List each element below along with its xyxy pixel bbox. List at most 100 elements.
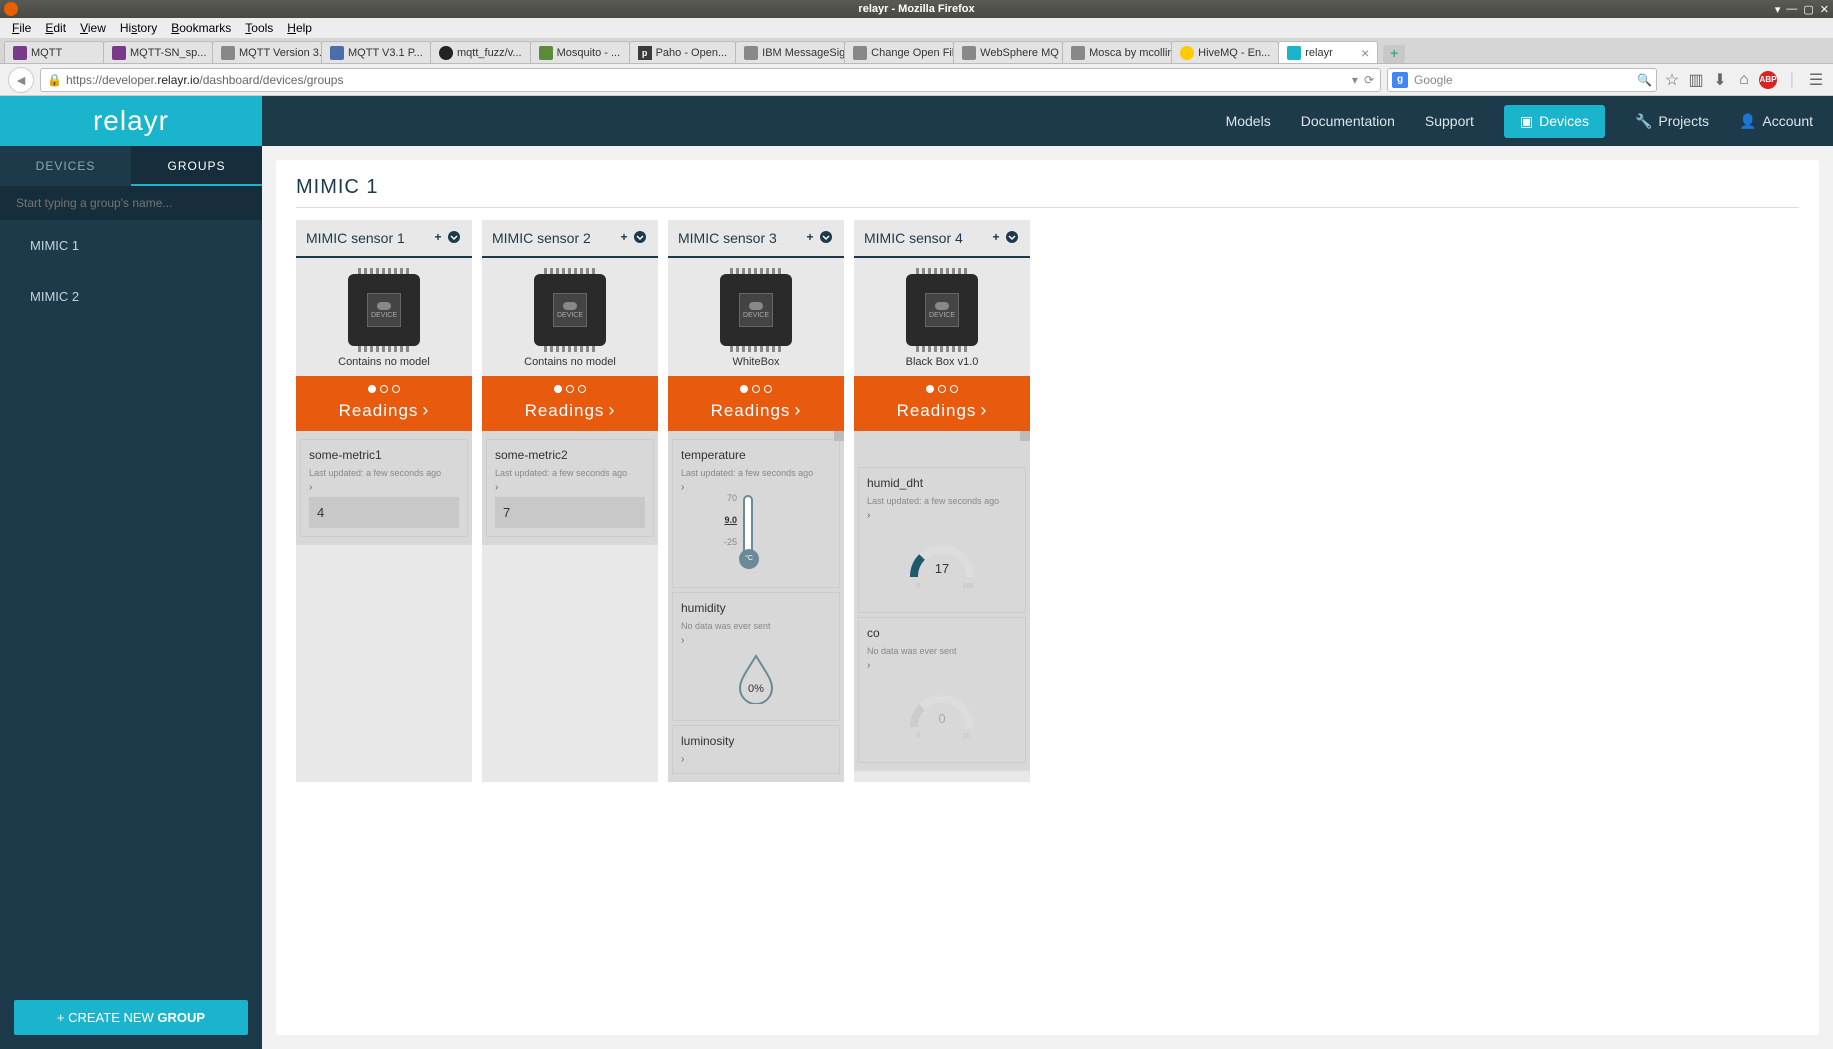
menubar: File Edit View History Bookmarks Tools H…	[0, 18, 1833, 38]
menu-help[interactable]: Help	[281, 19, 318, 37]
readings-label: Readings	[296, 400, 472, 421]
readings-label: Readings	[668, 400, 844, 421]
page-dots[interactable]	[482, 376, 658, 400]
bookmark-star-icon[interactable]: ☆	[1663, 71, 1681, 89]
expand-icon[interactable]: ›	[681, 482, 831, 493]
chevron-down-icon[interactable]	[818, 230, 834, 246]
search-icon[interactable]: 🔍	[1637, 73, 1652, 87]
browser-tab[interactable]: WebSphere MQ ...	[953, 41, 1063, 63]
nav-devices-button[interactable]: ▣ Devices	[1504, 105, 1605, 138]
browser-tab[interactable]: HiveMQ - En...	[1171, 41, 1279, 63]
expand-icon[interactable]: ›	[309, 482, 459, 493]
window-close-icon[interactable]: ✕	[1820, 3, 1829, 16]
sidebar-tab-devices[interactable]: DEVICES	[0, 146, 131, 186]
sensor-card: MIMIC sensor 4+ DEVICEBlack Box v1.0Readi…	[854, 220, 1030, 782]
readings-tab[interactable]: Readings	[668, 376, 844, 431]
expand-icon[interactable]: ›	[867, 660, 1017, 671]
browser-tab[interactable]: pPaho - Open...	[629, 41, 737, 63]
back-button[interactable]: ◄	[8, 67, 34, 93]
menu-edit[interactable]: Edit	[39, 19, 72, 37]
browser-tab[interactable]: Change Open Fil...	[844, 41, 954, 63]
scrollbar[interactable]	[1020, 431, 1030, 441]
hamburger-menu-icon[interactable]: ☰	[1807, 71, 1825, 89]
chevron-down-icon[interactable]	[1004, 230, 1020, 246]
metric-box: temperatureLast updated: a few seconds a…	[672, 439, 840, 588]
page-dots[interactable]	[854, 376, 1030, 400]
sidebar-item-mimic1[interactable]: MIMIC 1	[0, 220, 262, 271]
sidebar-tab-groups[interactable]: GROUPS	[131, 146, 262, 186]
browser-tab[interactable]: IBM MessageSig...	[735, 41, 845, 63]
sensor-name: MIMIC sensor 4	[864, 230, 988, 246]
page-dots[interactable]	[296, 376, 472, 400]
nav-support[interactable]: Support	[1425, 113, 1474, 129]
browser-tab[interactable]: MQTT-SN_sp...	[103, 41, 213, 63]
window-title: relayr - Mozilla Firefox	[858, 3, 974, 15]
library-icon[interactable]: ▥	[1687, 71, 1705, 89]
menu-history[interactable]: History	[114, 19, 163, 37]
chevron-down-icon[interactable]	[632, 230, 648, 246]
readings-tab[interactable]: Readings	[854, 376, 1030, 431]
readings-tab[interactable]: Readings	[296, 376, 472, 431]
tab-label: Paho - Open...	[656, 47, 728, 59]
add-icon[interactable]: +	[430, 230, 446, 246]
browser-tab[interactable]: MQTT	[4, 41, 104, 63]
expand-icon[interactable]: ›	[495, 482, 645, 493]
sidebar-item-mimic2[interactable]: MIMIC 2	[0, 271, 262, 322]
expand-icon[interactable]: ›	[867, 510, 1017, 521]
device-image: DEVICEContains no model	[296, 258, 472, 376]
device-image: DEVICEBlack Box v1.0	[854, 258, 1030, 376]
window-minimize-icon[interactable]: —	[1786, 3, 1797, 16]
nav-projects[interactable]: 🔧 Projects	[1635, 113, 1709, 130]
favicon-icon	[1287, 46, 1301, 60]
tab-label: IBM MessageSig...	[762, 47, 845, 59]
metric-updated: Last updated: a few seconds ago	[867, 496, 1017, 506]
sidebar-search-input[interactable]	[16, 196, 246, 210]
menu-tools[interactable]: Tools	[239, 19, 279, 37]
tab-label: mqtt_fuzz/v...	[457, 47, 522, 59]
downloads-icon[interactable]: ⬇	[1711, 71, 1729, 89]
window-maximize-icon[interactable]: ▢	[1803, 3, 1813, 16]
create-group-button[interactable]: + CREATE NEW GROUP	[14, 1000, 248, 1035]
readings-tab[interactable]: Readings	[482, 376, 658, 431]
reload-icon[interactable]: ⟳	[1364, 73, 1374, 87]
svg-text:0: 0	[916, 732, 920, 739]
home-icon[interactable]: ⌂	[1735, 71, 1753, 89]
url-dropdown-icon[interactable]: ▾	[1352, 73, 1358, 87]
nav-models[interactable]: Models	[1226, 113, 1271, 129]
menu-file[interactable]: File	[6, 19, 37, 37]
add-icon[interactable]: +	[616, 230, 632, 246]
window-menu-icon[interactable]: ▾	[1775, 3, 1781, 16]
add-icon[interactable]: +	[802, 230, 818, 246]
chevron-down-icon[interactable]	[446, 230, 462, 246]
expand-icon[interactable]: ›	[681, 635, 831, 646]
page-dots[interactable]	[668, 376, 844, 400]
browser-tab[interactable]: mqtt_fuzz/v...	[430, 41, 531, 63]
menu-bookmarks[interactable]: Bookmarks	[165, 19, 237, 37]
scrollbar[interactable]	[834, 431, 844, 441]
sidebar-search[interactable]	[0, 186, 262, 220]
nav-account[interactable]: 👤 Account	[1739, 113, 1813, 130]
tab-label: Mosca by mcollina	[1089, 47, 1172, 59]
brand-logo[interactable]: relayr	[0, 96, 262, 146]
search-bar[interactable]: g Google 🔍	[1387, 68, 1657, 92]
url-prefix: https://developer.	[66, 73, 157, 87]
add-icon[interactable]: +	[988, 230, 1004, 246]
metric-box: humid_dht Last updated: a few seconds ago…	[858, 467, 1026, 613]
expand-icon[interactable]: ›	[681, 754, 831, 765]
browser-tab[interactable]: relayr×	[1278, 41, 1378, 63]
adblock-icon[interactable]: ABP	[1759, 71, 1777, 89]
url-bar[interactable]: 🔒 https://developer.relayr.io/dashboard/…	[40, 68, 1381, 92]
metrics-area: temperatureLast updated: a few seconds a…	[668, 431, 844, 782]
favicon-icon	[13, 46, 27, 60]
close-tab-icon[interactable]: ×	[1361, 45, 1369, 61]
browser-tab[interactable]: MQTT V3.1 P...	[321, 41, 431, 63]
menu-view[interactable]: View	[74, 19, 112, 37]
svg-text:100: 100	[963, 582, 974, 589]
browser-tab[interactable]: Mosquito - ...	[530, 41, 630, 63]
new-tab-button[interactable]: +	[1383, 45, 1405, 63]
browser-tab[interactable]: MQTT Version 3....	[212, 41, 322, 63]
metric-name: humid_dht	[867, 476, 1017, 490]
browser-tab[interactable]: Mosca by mcollina	[1062, 41, 1172, 63]
nav-documentation[interactable]: Documentation	[1301, 113, 1395, 129]
favicon-icon	[330, 46, 344, 60]
